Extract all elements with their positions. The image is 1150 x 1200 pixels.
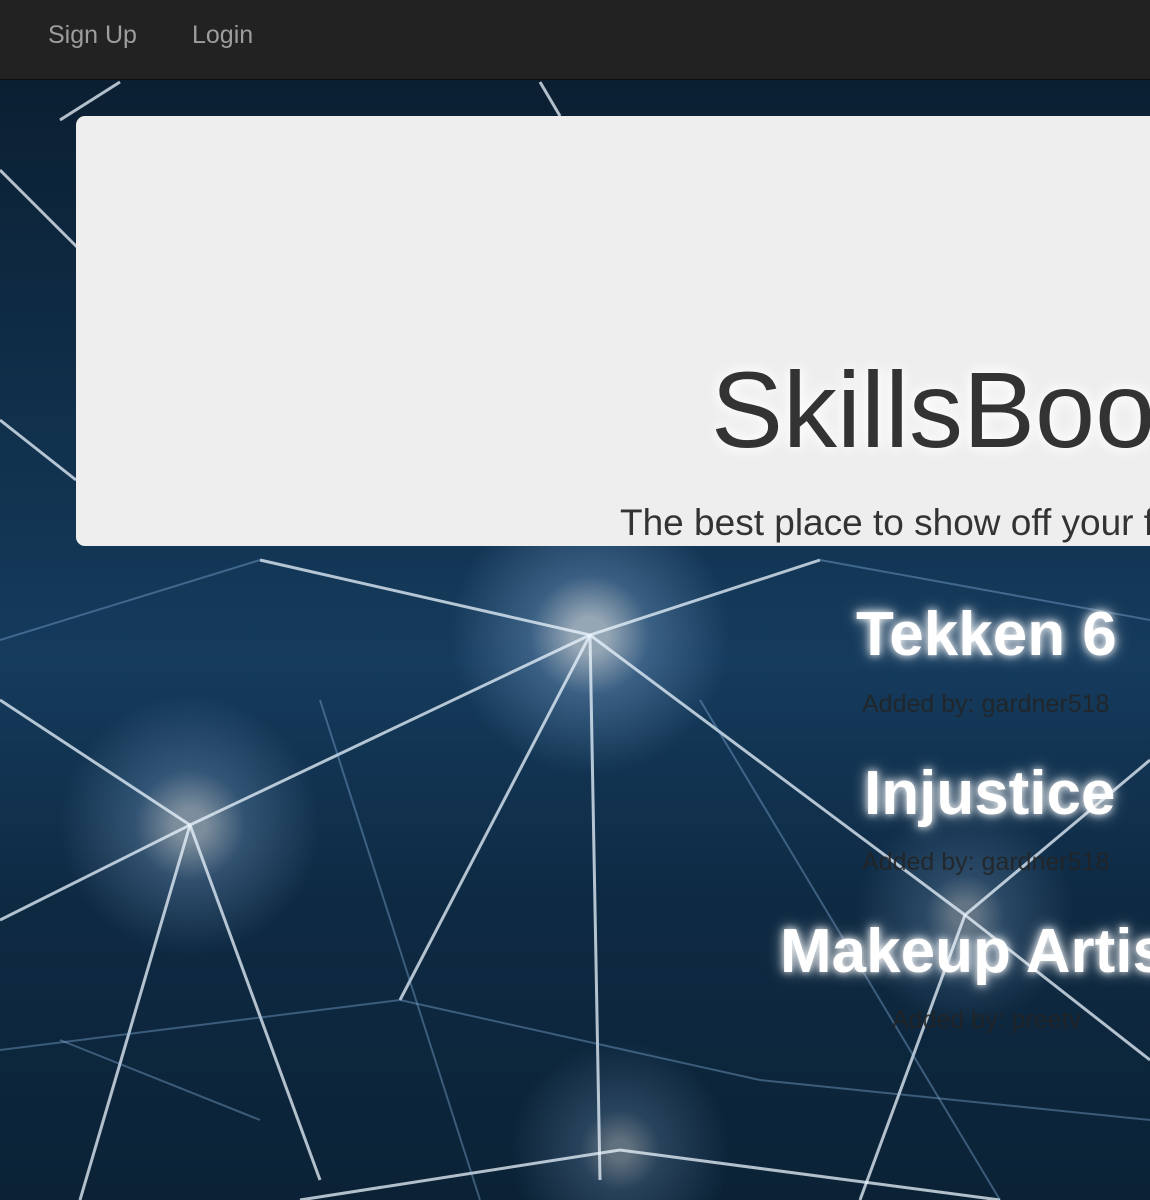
skill-author: Added by: gardner518 <box>862 690 1110 718</box>
skill-author: Added by: preetv <box>892 1006 1082 1034</box>
skill-title[interactable]: Makeup Artis <box>0 921 1150 983</box>
site-tagline: The best place to show off your f <box>620 502 1150 543</box>
nav-link-login[interactable]: Login <box>192 21 253 49</box>
hero-jumbotron: SkillsBoo The best place to show off you… <box>76 116 1150 546</box>
top-navbar: Sign Up Login <box>0 0 1150 80</box>
nav-link-sign-up[interactable]: Sign Up <box>48 21 137 49</box>
skill-author: Added by: gardner518 <box>862 848 1110 876</box>
skill-title[interactable]: Tekken 6 <box>0 604 1150 666</box>
skill-title[interactable]: Injustice <box>0 763 1150 825</box>
site-title: SkillsBoo <box>711 349 1150 470</box>
